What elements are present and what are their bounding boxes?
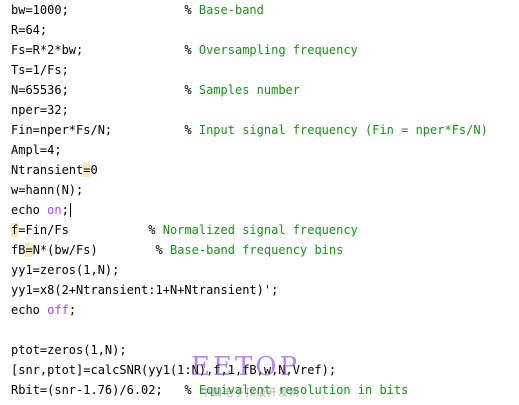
code-comment: Input signal frequency (Fin = nper*Fs/N) <box>198 123 488 137</box>
code-line: Rbit=(snr-1.76)/6.02; % Equivalent resol… <box>11 383 409 397</box>
code-line: echo off; <box>11 303 77 317</box>
code-line: nper=32; <box>11 103 69 117</box>
code-comment: Normalized signal frequency <box>162 223 358 237</box>
code-line: Fs=R*2*bw; % Oversampling frequency <box>11 43 358 57</box>
code-line: ptot=zeros(1,N); <box>11 343 127 357</box>
code-line: f=Fin/Fs % Normalized signal frequency <box>11 223 358 237</box>
code-line: w=hann(N); <box>11 183 84 197</box>
code-line: yy1=x8(2+Ntransient:1+N+Ntransient)'; <box>11 283 279 297</box>
code-line: R=64; <box>11 23 48 37</box>
code-comment: Base-band <box>198 3 264 17</box>
code-line: Ntransient=0 <box>11 163 98 177</box>
code-comment: Equivalent resolution in bits <box>198 383 409 397</box>
code-comment: Oversampling frequency <box>198 43 358 57</box>
code-line: Fin=nper*Fs/N; % Input signal frequency … <box>11 123 488 137</box>
code-line: [snr,ptot]=calcSNR(yy1(1:N),f,1,fB,w,N,V… <box>11 363 337 377</box>
highlight-mark: = <box>25 243 33 257</box>
text-cursor <box>69 203 71 217</box>
code-comment: Base-band frequency bins <box>169 243 344 257</box>
code-line: echo on; <box>11 203 71 217</box>
code-line: fB=N*(bw/Fs) % Base-band frequency bins <box>11 243 344 257</box>
code-line: yy1=zeros(1,N); <box>11 263 120 277</box>
code-line: Ts=1/Fs; <box>11 63 69 77</box>
code-editor[interactable]: bw=1000; % Base-band R=64; Fs=R*2*bw; % … <box>0 0 519 405</box>
keyword: on <box>47 203 62 217</box>
keyword: off <box>47 303 69 317</box>
code-comment: Samples number <box>198 83 300 97</box>
code-line: Ampl=4; <box>11 143 62 157</box>
code-line: N=65536; % Samples number <box>11 83 300 97</box>
code-line: bw=1000; % Base-band <box>11 3 264 17</box>
